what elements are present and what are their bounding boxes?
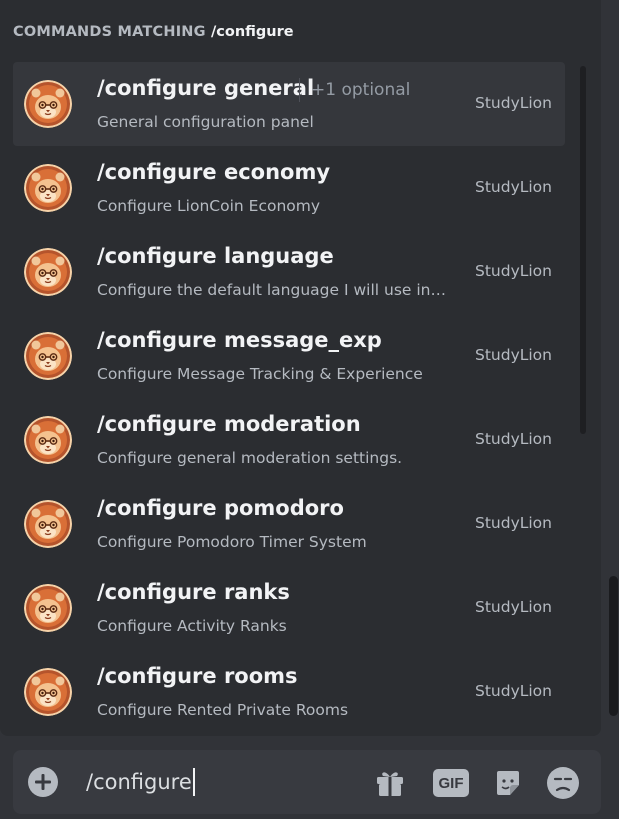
- divider: [299, 78, 300, 102]
- message-input-value: /configure: [86, 770, 192, 794]
- command-name: /configure general: [97, 76, 315, 100]
- command-description: Configure general moderation settings.: [97, 449, 403, 467]
- studylion-avatar: [24, 668, 72, 716]
- command-name: /configure message_exp: [97, 328, 382, 352]
- studylion-avatar: [24, 584, 72, 632]
- command-autocomplete-popup: COMMANDS MATCHING /configure /configure …: [0, 0, 601, 736]
- command-source: StudyLion: [474, 262, 552, 280]
- command-name: /configure pomodoro: [97, 496, 344, 520]
- command-name: /configure ranks: [97, 580, 290, 604]
- sticker-icon[interactable]: [491, 766, 525, 800]
- command-source: StudyLion: [474, 430, 552, 448]
- header-prefix: COMMANDS MATCHING: [13, 24, 206, 40]
- command-description: Configure the default language I will us…: [97, 281, 447, 299]
- command-description: General configuration panel: [97, 113, 314, 131]
- optional-params: +1 optional: [299, 78, 410, 102]
- emoji-icon[interactable]: [546, 766, 580, 800]
- command-name: /configure rooms: [97, 664, 298, 688]
- command-name: /configure moderation: [97, 412, 361, 436]
- chat-scrollbar[interactable]: [609, 576, 618, 716]
- command-source: StudyLion: [474, 178, 552, 196]
- command-item-configure-pomodoro[interactable]: /configure pomodoro Configure Pomodoro T…: [13, 482, 565, 566]
- command-source: StudyLion: [474, 514, 552, 532]
- command-description: Configure Message Tracking & Experience: [97, 365, 423, 383]
- command-description: Configure Rented Private Rooms: [97, 701, 349, 719]
- command-name: /configure language: [97, 244, 334, 268]
- header-query: /configure: [211, 24, 294, 40]
- command-item-configure-general[interactable]: /configure general +1 optional General c…: [13, 62, 565, 146]
- message-composer: /configure GIF: [13, 750, 601, 814]
- command-source: StudyLion: [474, 346, 552, 364]
- gif-icon[interactable]: GIF: [432, 766, 470, 800]
- popup-header: COMMANDS MATCHING /configure: [13, 24, 294, 40]
- gif-label: GIF: [433, 769, 469, 797]
- command-item-configure-ranks[interactable]: /configure ranks Configure Activity Rank…: [13, 566, 565, 650]
- studylion-avatar: [24, 416, 72, 464]
- command-item-configure-message-exp[interactable]: /configure message_exp Configure Message…: [13, 314, 565, 398]
- optional-count: +1 optional: [311, 80, 411, 100]
- studylion-avatar: [24, 500, 72, 548]
- text-caret: [192, 768, 195, 796]
- studylion-avatar: [24, 80, 72, 128]
- command-description: Configure LionCoin Economy: [97, 197, 321, 215]
- plus-circle-icon[interactable]: [27, 766, 59, 798]
- command-source: StudyLion: [474, 682, 552, 700]
- command-item-configure-economy[interactable]: /configure economy Configure LionCoin Ec…: [13, 146, 565, 230]
- command-item-configure-moderation[interactable]: /configure moderation Configure general …: [13, 398, 565, 482]
- command-item-configure-language[interactable]: /configure language Configure the defaul…: [13, 230, 565, 314]
- command-source: StudyLion: [474, 598, 552, 616]
- command-name: /configure economy: [97, 160, 331, 184]
- command-list-scrollbar[interactable]: [580, 66, 586, 434]
- command-source: StudyLion: [474, 94, 552, 112]
- command-description: Configure Activity Ranks: [97, 617, 287, 635]
- studylion-avatar: [24, 164, 72, 212]
- command-list: /configure general +1 optional General c…: [13, 62, 565, 734]
- studylion-avatar: [24, 248, 72, 296]
- studylion-avatar: [24, 332, 72, 380]
- command-description: Configure Pomodoro Timer System: [97, 533, 367, 551]
- gift-icon[interactable]: [373, 766, 407, 800]
- message-input[interactable]: /configure: [86, 768, 195, 796]
- command-item-configure-rooms[interactable]: /configure rooms Configure Rented Privat…: [13, 650, 565, 734]
